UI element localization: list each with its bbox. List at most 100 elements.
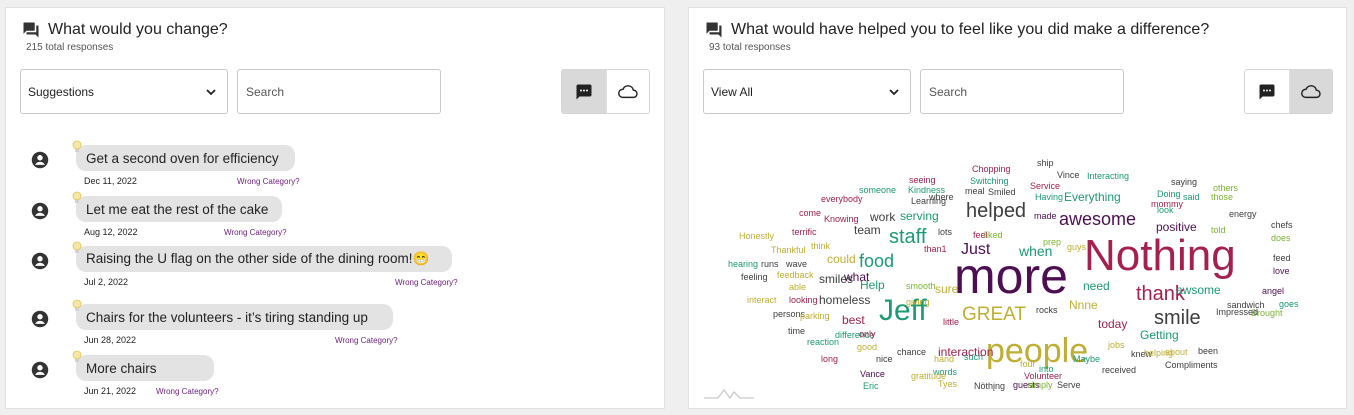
word-cloud-word[interactable]: homeless [819, 294, 870, 306]
word-cloud-word[interactable]: best [842, 314, 865, 326]
word-cloud-word[interactable]: Interacting [1087, 172, 1129, 181]
word-cloud-word[interactable]: received [1102, 366, 1136, 375]
word-cloud-word[interactable]: feed [1273, 254, 1291, 263]
word-cloud-word[interactable]: ship [1037, 159, 1054, 168]
word-cloud-word[interactable]: Honestly [739, 232, 774, 241]
word-cloud-word[interactable]: nice [876, 355, 893, 364]
word-cloud-word[interactable]: Knowing [824, 215, 859, 224]
word-cloud-word[interactable]: simply [1027, 381, 1053, 390]
word-cloud-word[interactable]: wave [786, 260, 807, 269]
word-cloud-word[interactable]: Just [961, 242, 990, 258]
wrong-category-link[interactable]: Wrong Category? [224, 228, 287, 237]
word-cloud-word[interactable]: about [1165, 348, 1188, 357]
word-cloud-word[interactable]: runs [761, 260, 779, 269]
category-select[interactable]: Suggestions [20, 69, 228, 114]
word-cloud-word[interactable]: hearing [728, 260, 758, 269]
word-cloud-word[interactable]: Vance [860, 370, 885, 379]
wrong-category-link[interactable]: Wrong Category? [395, 278, 458, 287]
word-cloud-word[interactable]: long [821, 355, 838, 364]
word-cloud-word[interactable]: GREAT [962, 305, 1026, 324]
word-cloud-word[interactable]: Switching [970, 177, 1009, 186]
word-cloud-word[interactable]: Eric [863, 382, 879, 391]
word-cloud-word[interactable]: staff [889, 227, 926, 247]
word-cloud-word[interactable]: prep [1043, 238, 1061, 247]
word-cloud-word[interactable]: terrific [792, 228, 817, 237]
word-cloud-word[interactable]: Nnne [1069, 299, 1098, 311]
word-cloud-word[interactable]: food [859, 252, 894, 270]
word-cloud-word[interactable]: lots [938, 228, 952, 237]
word-cloud-word[interactable]: look [1157, 206, 1174, 215]
word-cloud-word[interactable]: Impressed [1216, 308, 1258, 317]
word-cloud-word[interactable]: Tyes [938, 380, 957, 389]
word-cloud-word[interactable]: good [857, 343, 877, 352]
word-cloud-word[interactable]: said [1183, 193, 1200, 202]
word-cloud-word[interactable]: liked [984, 231, 1003, 240]
word-cloud-word[interactable]: able [789, 283, 806, 292]
word-cloud-word[interactable]: today [1098, 318, 1127, 330]
word-cloud-word[interactable]: Nothing [1084, 234, 1236, 278]
word-cloud-word[interactable]: could [827, 253, 856, 265]
word-cloud-word[interactable]: Service [1030, 182, 1060, 191]
word-cloud-word[interactable]: love [1273, 267, 1290, 276]
word-cloud-word[interactable]: smile [1154, 308, 1201, 328]
word-cloud-word[interactable]: where [929, 193, 954, 202]
list-view-button[interactable] [1245, 70, 1289, 113]
word-cloud-word[interactable]: only [859, 330, 876, 339]
word-cloud-word[interactable]: Everything [1064, 191, 1121, 203]
word-cloud-word[interactable]: Maybe [1073, 355, 1100, 364]
word-cloud-word[interactable]: Having [1035, 193, 1063, 202]
word-cloud-word[interactable]: need [1083, 280, 1110, 292]
word-cloud-word[interactable]: team [854, 224, 881, 236]
word-cloud-word[interactable]: guys [1067, 243, 1086, 252]
word-cloud-word[interactable]: parking [800, 312, 830, 321]
word-cloud-word[interactable]: four [1020, 360, 1036, 369]
word-cloud-word[interactable]: positive [1156, 221, 1197, 233]
word-cloud-word[interactable]: smooth [906, 282, 936, 291]
word-cloud-word[interactable]: Chopping [972, 165, 1011, 174]
word-cloud-word[interactable]: angel [1262, 287, 1284, 296]
word-cloud-word[interactable]: does [1271, 234, 1291, 243]
word-cloud-word[interactable]: what [844, 271, 869, 283]
cloud-view-button[interactable] [1288, 70, 1332, 113]
word-cloud-word[interactable]: Smiled [988, 188, 1016, 197]
word-cloud-word[interactable]: think [811, 242, 830, 251]
word-cloud-word[interactable]: such [964, 353, 983, 362]
word-cloud-word[interactable]: told [1211, 226, 1226, 235]
word-cloud-word[interactable]: seeing [909, 176, 936, 185]
word-cloud-word[interactable]: giving [906, 298, 930, 307]
word-cloud-word[interactable]: feeling [741, 273, 768, 282]
word-cloud-word[interactable]: serving [900, 210, 939, 222]
word-cloud-word[interactable]: feedback [777, 271, 814, 280]
word-cloud-word[interactable]: Serve [1057, 381, 1081, 390]
word-cloud-word[interactable]: rocks [1036, 306, 1058, 315]
wrong-category-link[interactable]: Wrong Category? [156, 387, 219, 396]
list-view-button[interactable] [562, 70, 606, 113]
cloud-view-button[interactable] [605, 70, 649, 113]
word-cloud-word[interactable]: Compliments [1165, 361, 1218, 370]
word-cloud-word[interactable]: Vince [1057, 171, 1079, 180]
word-cloud-word[interactable]: hand [934, 355, 954, 364]
word-cloud-word[interactable]: awesome [1059, 210, 1136, 228]
word-cloud-word[interactable]: reaction [807, 338, 839, 347]
word-cloud-word[interactable]: someone [859, 186, 896, 195]
wrong-category-link[interactable]: Wrong Category? [335, 336, 398, 345]
word-cloud-word[interactable]: helped [966, 201, 1026, 221]
word-cloud-word[interactable]: everybody [821, 195, 863, 204]
word-cloud-word[interactable]: come [799, 209, 821, 218]
word-cloud-word[interactable]: Thankful [771, 246, 806, 255]
word-cloud-word[interactable]: little [943, 318, 959, 327]
word-cloud-word[interactable]: Nöthįng [974, 382, 1005, 391]
word-cloud-word[interactable]: those [1211, 193, 1233, 202]
word-cloud-word[interactable]: Getting [1140, 329, 1179, 341]
word-cloud-word[interactable]: work [870, 211, 895, 223]
word-cloud-word[interactable]: sure [935, 283, 958, 295]
word-cloud-word[interactable]: looking [789, 296, 818, 305]
search-input[interactable] [237, 69, 441, 114]
word-cloud-word[interactable]: saying [1171, 178, 1197, 187]
word-cloud-word[interactable]: meal [965, 187, 985, 196]
word-cloud-word[interactable]: Doing [1157, 190, 1181, 199]
word-cloud-word[interactable]: interact [747, 296, 777, 305]
search-input[interactable] [920, 69, 1124, 114]
word-cloud-word[interactable]: time [788, 327, 805, 336]
word-cloud-word[interactable]: chance [897, 348, 926, 357]
